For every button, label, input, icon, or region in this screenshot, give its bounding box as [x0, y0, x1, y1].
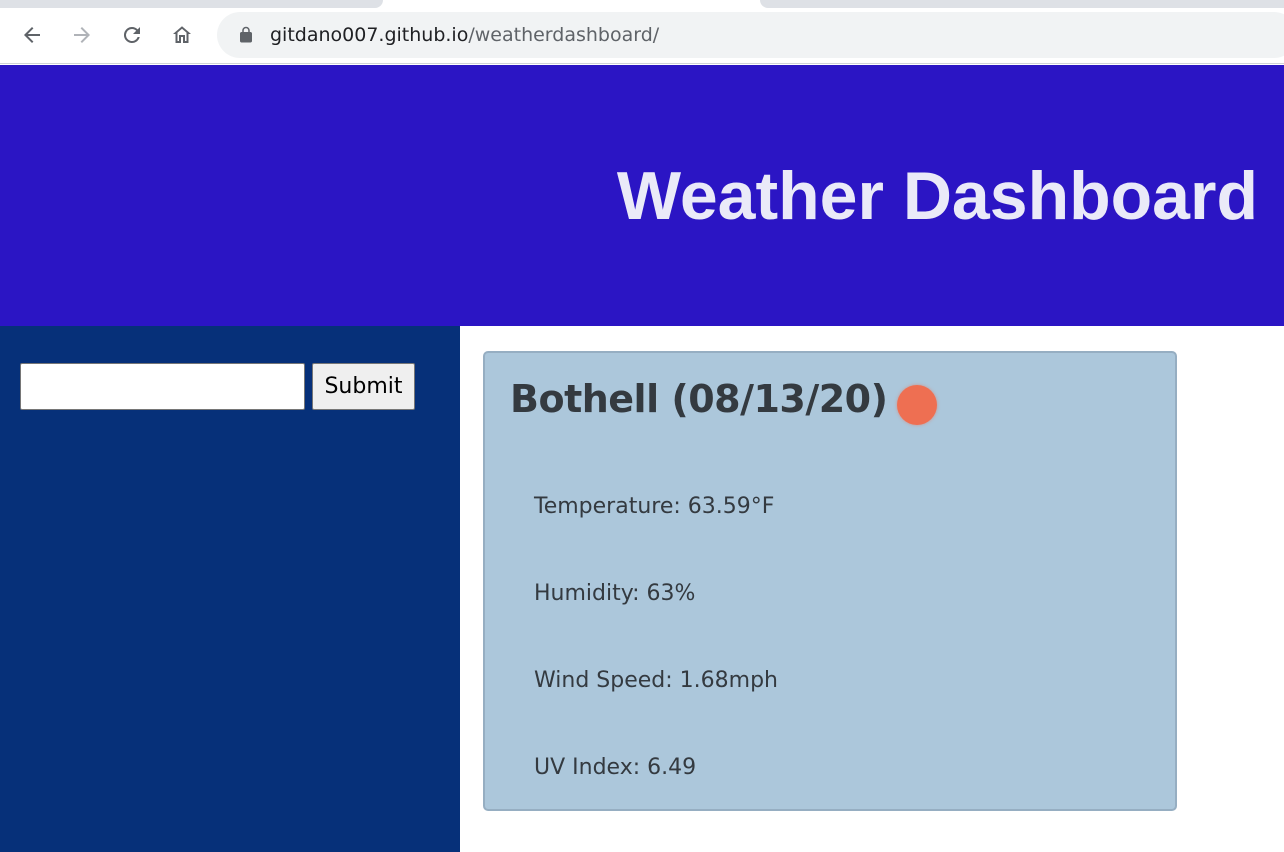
- city-search-input[interactable]: [20, 363, 305, 410]
- current-weather-card: Bothell (08/13/20) Temperature: 63.59°F …: [483, 351, 1177, 811]
- forward-button[interactable]: [65, 18, 99, 52]
- url-path: /weatherdashboard/: [468, 24, 660, 46]
- lock-icon[interactable]: [237, 26, 255, 44]
- home-button[interactable]: [165, 18, 199, 52]
- forward-arrow-icon: [74, 27, 90, 43]
- url-host: gitdano007.github.io: [270, 24, 469, 46]
- sun-icon: [897, 385, 937, 425]
- home-icon: [173, 26, 191, 43]
- humidity-text: Humidity: 63%: [534, 581, 696, 606]
- temperature-text: Temperature: 63.59°F: [534, 494, 775, 519]
- uv-index-text: UV Index: 6.49: [534, 755, 697, 780]
- reload-button[interactable]: [115, 18, 149, 52]
- reload-icon: [123, 26, 140, 43]
- address-bar[interactable]: gitdano007.github.io/weatherdashboard/: [217, 12, 1284, 58]
- page: Weather Dashboard Submit Bothell (08/13/…: [0, 65, 1284, 852]
- page-header: Weather Dashboard: [0, 65, 1284, 326]
- url-text[interactable]: gitdano007.github.io/weatherdashboard/: [270, 24, 659, 46]
- sidebar: Submit: [0, 326, 460, 852]
- back-button[interactable]: [15, 18, 49, 52]
- browser-toolbar: gitdano007.github.io/weatherdashboard/: [0, 8, 1284, 64]
- main-content: Bothell (08/13/20) Temperature: 63.59°F …: [460, 326, 1284, 852]
- submit-button[interactable]: Submit: [312, 363, 415, 410]
- wind-speed-text: Wind Speed: 1.68mph: [534, 668, 778, 693]
- back-arrow-icon: [24, 27, 40, 43]
- city-date-heading: Bothell (08/13/20): [510, 377, 888, 421]
- tab-inactive-left[interactable]: [0, 0, 383, 8]
- page-title: Weather Dashboard: [616, 158, 1258, 234]
- tab-inactive-right[interactable]: [760, 0, 1284, 8]
